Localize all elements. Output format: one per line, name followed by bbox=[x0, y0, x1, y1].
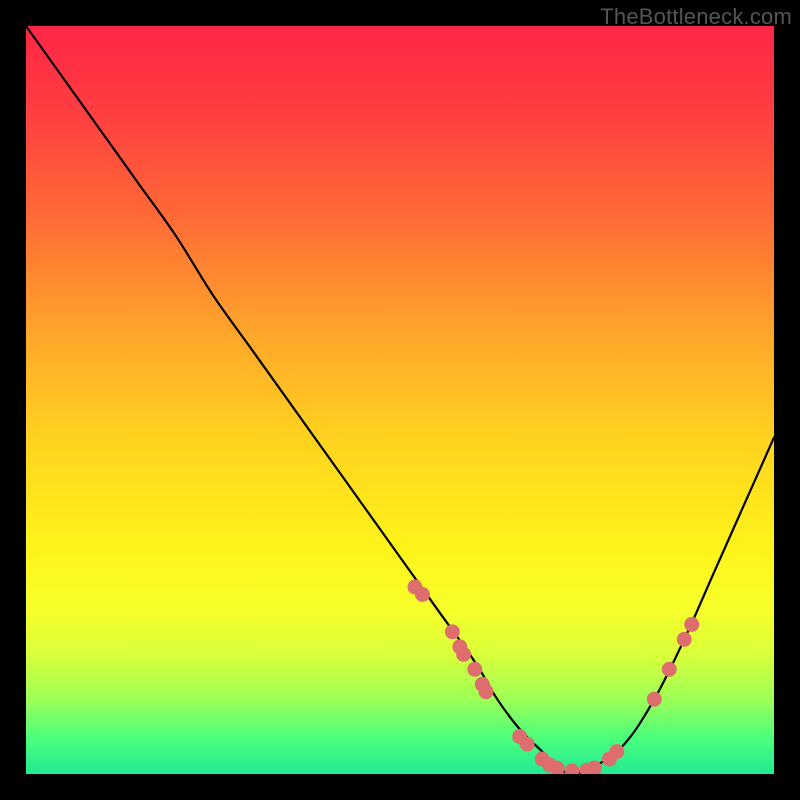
data-point bbox=[415, 587, 430, 602]
data-point bbox=[456, 647, 471, 662]
data-point bbox=[647, 692, 662, 707]
data-point bbox=[565, 764, 580, 774]
marker-group bbox=[407, 580, 699, 774]
data-point bbox=[467, 662, 482, 677]
watermark-text: TheBottleneck.com bbox=[600, 4, 792, 30]
data-point bbox=[677, 632, 692, 647]
data-point bbox=[684, 617, 699, 632]
bottleneck-curve bbox=[26, 26, 774, 774]
curve-layer bbox=[26, 26, 774, 774]
data-point bbox=[662, 662, 677, 677]
data-point bbox=[520, 737, 535, 752]
data-point bbox=[479, 684, 494, 699]
data-point bbox=[609, 744, 624, 759]
chart-container: TheBottleneck.com bbox=[0, 0, 800, 800]
data-point bbox=[445, 624, 460, 639]
plot-area bbox=[26, 26, 774, 774]
